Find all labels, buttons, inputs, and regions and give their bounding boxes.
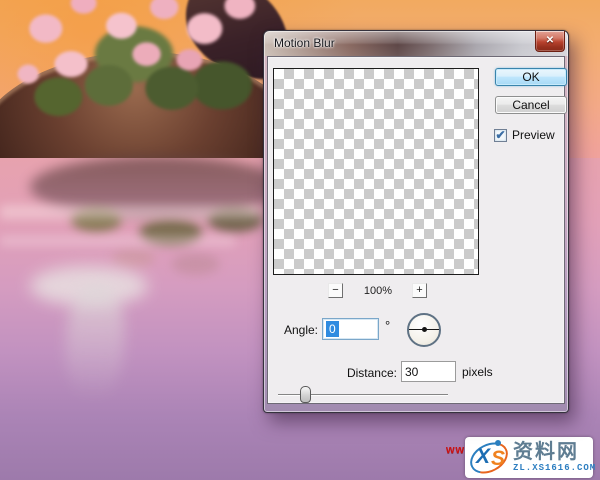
- distance-value: 30: [405, 365, 418, 379]
- logo-letter-x: X: [476, 445, 490, 469]
- watermark-badge: X S 资料网 ZL.XS1616.COM: [465, 437, 593, 478]
- dialog-body: − 100% + Angle: 0 ° Distance: 30 pixels …: [267, 56, 565, 404]
- water-shimmer: [0, 205, 260, 219]
- motion-blur-dialog: Motion Blur ✕ − 100% + Angle: 0 ° Distan…: [263, 30, 569, 413]
- plus-icon: +: [416, 284, 422, 296]
- angle-value-selected: 0: [326, 321, 339, 337]
- water-shimmer: [0, 236, 235, 246]
- angle-input[interactable]: 0: [322, 318, 379, 340]
- angle-label: Angle:: [268, 323, 318, 337]
- distance-label: Distance:: [318, 366, 397, 380]
- preview-checkbox-label: Preview: [512, 128, 555, 142]
- degree-symbol: °: [385, 318, 390, 333]
- close-icon: ✕: [546, 35, 554, 46]
- zoom-out-button[interactable]: −: [328, 283, 343, 298]
- preview-checkbox[interactable]: ✔: [494, 129, 507, 142]
- minus-icon: −: [332, 284, 338, 296]
- cancel-button[interactable]: Cancel: [495, 96, 567, 114]
- logo-letter-s: S: [491, 447, 505, 471]
- blur-preview-panel[interactable]: [273, 68, 479, 275]
- angle-dial-center-dot: [422, 327, 427, 332]
- logo-dot: [495, 440, 501, 446]
- checkmark-icon: ✔: [495, 128, 505, 142]
- watermark-site-domain: ZL.XS1616.COM: [513, 464, 596, 473]
- preview-checkbox-row[interactable]: ✔ Preview: [494, 128, 555, 142]
- distance-slider-thumb[interactable]: [300, 386, 311, 403]
- zoom-level-value: 100%: [348, 285, 408, 297]
- angle-dial[interactable]: [407, 313, 441, 347]
- rose-bush: [8, 0, 260, 128]
- ok-button[interactable]: OK: [495, 68, 567, 86]
- xs-logo-icon: X S: [467, 440, 513, 476]
- dialog-title: Motion Blur: [274, 31, 335, 56]
- zoom-in-button[interactable]: +: [412, 283, 427, 298]
- distance-unit-label: pixels: [462, 365, 493, 379]
- dialog-titlebar[interactable]: Motion Blur: [264, 31, 568, 56]
- close-button[interactable]: ✕: [535, 31, 565, 52]
- distance-input[interactable]: 30: [401, 361, 456, 382]
- watermark-site-name: 资料网: [513, 442, 596, 462]
